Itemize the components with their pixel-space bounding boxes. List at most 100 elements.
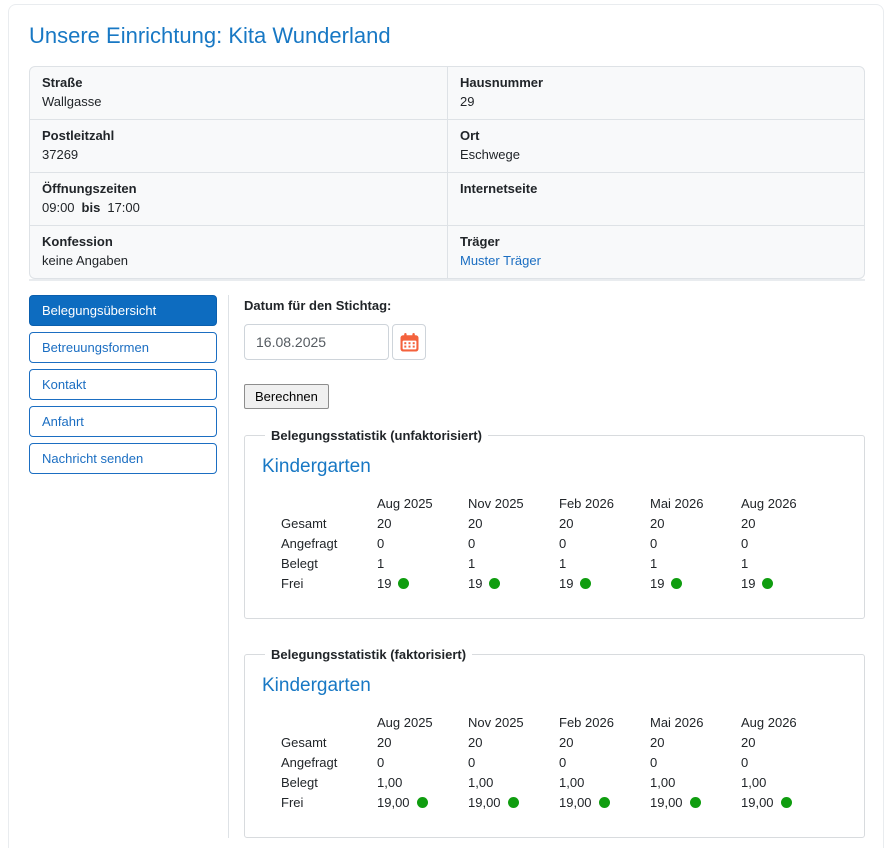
field-value — [460, 200, 852, 216]
info-cell-postleitzahl: Postleitzahl 37269 — [30, 120, 447, 172]
cell-value: 20 — [741, 514, 832, 534]
cell-value: 1 — [559, 554, 650, 574]
sidebar-item-belegungsuebersicht[interactable]: Belegungsübersicht — [29, 295, 217, 326]
opening-separator: bis — [82, 200, 101, 215]
info-cell-strasse: Straße Wallgasse — [30, 67, 447, 119]
column-header: Mai 2026 — [650, 494, 741, 514]
cell-value: 0 — [468, 534, 559, 554]
cell-value: 19 — [468, 574, 559, 594]
header-spacer — [281, 494, 377, 514]
field-value: 37269 — [42, 147, 435, 163]
column-header: Feb 2026 — [559, 494, 650, 514]
table-row-angefragt: Angefragt 0 0 0 0 0 — [281, 534, 832, 554]
stats-unfactored-legend: Belegungsstatistik (unfaktorisiert) — [265, 428, 488, 443]
occupancy-table-unfactored: Aug 2025 Nov 2025 Feb 2026 Mai 2026 Aug … — [281, 494, 832, 594]
cell-value: 0 — [377, 753, 468, 773]
free-status-dot — [671, 578, 682, 589]
free-status-dot — [762, 578, 773, 589]
cell-value: 19,00 — [650, 793, 741, 813]
free-status-dot — [690, 797, 701, 808]
cell-value: 0 — [559, 753, 650, 773]
info-row-street: Straße Wallgasse Hausnummer 29 — [30, 67, 864, 119]
cell-value: 19 — [741, 574, 832, 594]
date-input[interactable] — [244, 324, 389, 360]
column-header: Aug 2026 — [741, 713, 832, 733]
info-cell-konfession: Konfession keine Angaben — [30, 226, 447, 278]
cell-value: 1,00 — [741, 773, 832, 793]
row-label: Angefragt — [281, 753, 377, 773]
info-cell-oeffnungszeiten: Öffnungszeiten 09:00 bis 17:00 — [30, 173, 447, 225]
cell-value: 19 — [650, 574, 741, 594]
row-label: Frei — [281, 574, 377, 594]
field-label: Hausnummer — [460, 75, 852, 90]
cell-value: 0 — [741, 534, 832, 554]
field-label: Ort — [460, 128, 852, 143]
table-row-belegt: Belegt 1 1 1 1 1 — [281, 554, 832, 574]
row-label: Angefragt — [281, 534, 377, 554]
sidebar-item-betreuungsformen[interactable]: Betreuungsformen — [29, 332, 217, 363]
row-label: Frei — [281, 793, 377, 813]
free-status-dot — [508, 797, 519, 808]
stats-unfactored-fieldset: Belegungsstatistik (unfaktorisiert) Kind… — [244, 428, 865, 619]
info-cell-internetseite: Internetseite — [447, 173, 864, 225]
calendar-button[interactable] — [392, 324, 426, 360]
cell-value: 1,00 — [559, 773, 650, 793]
cell-value: 0 — [468, 753, 559, 773]
column-header: Nov 2025 — [468, 494, 559, 514]
sidebar-item-kontakt[interactable]: Kontakt — [29, 369, 217, 400]
cell-value: 20 — [377, 514, 468, 534]
cell-value: 19,00 — [468, 793, 559, 813]
info-cell-ort: Ort Eschwege — [447, 120, 864, 172]
cell-value: 19 — [377, 574, 468, 594]
column-header: Nov 2025 — [468, 713, 559, 733]
sidebar-item-nachricht-senden[interactable]: Nachricht senden — [29, 443, 217, 474]
calendar-icon — [399, 332, 420, 353]
row-label: Belegt — [281, 773, 377, 793]
field-label: Straße — [42, 75, 435, 90]
field-value: Muster Träger — [460, 253, 852, 269]
table-row-frei: Frei 19,00 19,00 19,00 19,00 19,00 — [281, 793, 832, 813]
cell-value: 19,00 — [559, 793, 650, 813]
free-status-dot — [398, 578, 409, 589]
field-label: Öffnungszeiten — [42, 181, 435, 196]
date-picker-group — [244, 324, 865, 360]
calculate-button[interactable]: Berechnen — [244, 384, 329, 409]
info-cell-hausnummer: Hausnummer 29 — [447, 67, 864, 119]
cell-value: 20 — [468, 733, 559, 753]
cell-value: 0 — [559, 534, 650, 554]
row-label: Gesamt — [281, 733, 377, 753]
cell-value: 20 — [559, 514, 650, 534]
table-row-belegt: Belegt 1,00 1,00 1,00 1,00 1,00 — [281, 773, 832, 793]
cell-value: 20 — [559, 733, 650, 753]
info-row-city: Postleitzahl 37269 Ort Eschwege — [30, 119, 864, 172]
sidebar: Belegungsübersicht Betreuungsformen Kont… — [29, 295, 229, 838]
field-value: Eschwege — [460, 147, 852, 163]
care-group-title: Kindergarten — [262, 456, 848, 478]
field-label: Internetseite — [460, 181, 852, 196]
info-row-provider: Konfession keine Angaben Träger Muster T… — [30, 225, 864, 278]
cell-value: 0 — [650, 534, 741, 554]
cell-value: 1,00 — [650, 773, 741, 793]
stats-factored-legend: Belegungsstatistik (faktorisiert) — [265, 647, 472, 662]
free-status-dot — [781, 797, 792, 808]
cell-value: 0 — [741, 753, 832, 773]
column-header: Feb 2026 — [559, 713, 650, 733]
occupancy-table-factored: Aug 2025 Nov 2025 Feb 2026 Mai 2026 Aug … — [281, 713, 832, 813]
table-row-frei: Frei 19 19 19 19 19 — [281, 574, 832, 594]
cell-value: 20 — [650, 514, 741, 534]
main-panel: Datum für den Stichtag: — [229, 295, 865, 838]
field-value: keine Angaben — [42, 253, 435, 269]
opening-to: 17:00 — [107, 200, 140, 215]
column-header: Aug 2025 — [377, 713, 468, 733]
opening-from: 09:00 — [42, 200, 75, 215]
sidebar-item-anfahrt[interactable]: Anfahrt — [29, 406, 217, 437]
cell-value: 0 — [650, 753, 741, 773]
cell-value: 1,00 — [377, 773, 468, 793]
traeger-link[interactable]: Muster Träger — [460, 253, 541, 268]
cell-value: 1 — [741, 554, 832, 574]
info-cell-traeger: Träger Muster Träger — [447, 226, 864, 278]
cell-value: 19 — [559, 574, 650, 594]
column-header: Aug 2025 — [377, 494, 468, 514]
row-label: Belegt — [281, 554, 377, 574]
row-label: Gesamt — [281, 514, 377, 534]
